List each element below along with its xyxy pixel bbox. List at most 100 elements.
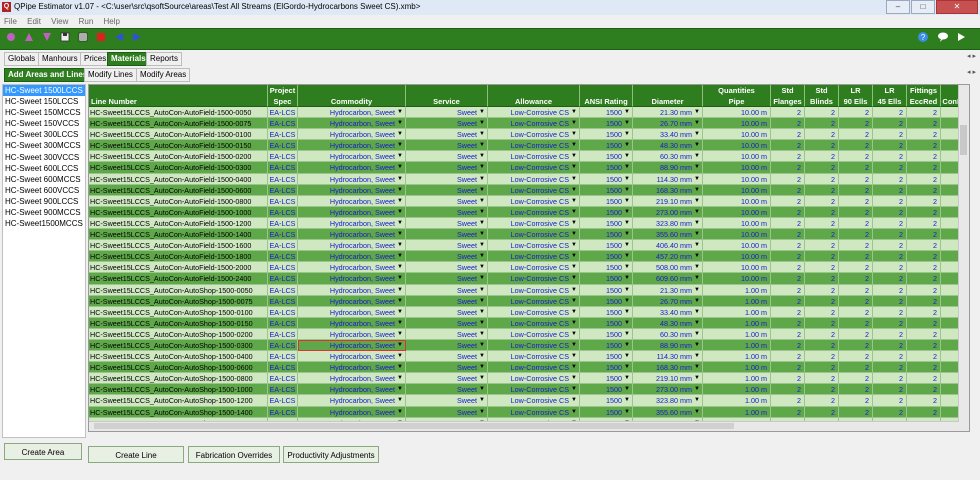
cell-ansi-rating[interactable]: 1500▼ (580, 328, 633, 340)
cell-lr-90-ells[interactable]: 2 (839, 162, 873, 174)
cell-flanges[interactable]: 2 (771, 118, 805, 130)
cell-ansi-rating[interactable]: 1500▼ (580, 140, 633, 152)
cell-diameter[interactable]: 114.30 mm ▼ (633, 173, 703, 185)
cell-line-number[interactable]: HC-Sweet15LCCS_AutoCon-AutoShop-1500-140… (89, 406, 268, 418)
dropdown-arrow-icon[interactable]: ▼ (479, 107, 485, 117)
cell-flanges[interactable]: 2 (771, 206, 805, 218)
cell-ansi-rating[interactable]: 1500▼ (580, 240, 633, 252)
dropdown-arrow-icon[interactable]: ▼ (479, 162, 485, 172)
cell-spec-class[interactable]: EA-LCS (268, 129, 298, 141)
cell-service[interactable]: Sweet▼ (406, 118, 488, 130)
dropdown-arrow-icon[interactable]: ▼ (397, 262, 403, 272)
cell-line-number[interactable]: HC-Sweet15LCCS_AutoCon-AutoShop-1500-030… (89, 339, 268, 352)
cell-blinds[interactable]: 2 (805, 328, 839, 340)
cell-pipe[interactable]: 1.00 m (703, 351, 771, 363)
cell-eccred[interactable]: 2 (907, 195, 941, 207)
dropdown-arrow-icon[interactable]: ▼ (571, 351, 577, 361)
cell-commodity[interactable]: Hydrocarbon, Sweet▼ (298, 206, 406, 218)
cell-pipe[interactable]: 10.00 m (703, 195, 771, 207)
triangle-down-icon[interactable] (40, 31, 54, 45)
dropdown-arrow-icon[interactable]: ▼ (694, 329, 700, 339)
dropdown-arrow-icon[interactable]: ▼ (624, 329, 630, 339)
cell-commodity[interactable]: Hydrocarbon, Sweet▼ (298, 251, 406, 263)
cell-flanges[interactable]: 2 (771, 373, 805, 385)
dropdown-arrow-icon[interactable]: ▼ (694, 107, 700, 117)
dropdown-arrow-icon[interactable]: ▼ (571, 162, 577, 172)
cell-eccred[interactable]: 2 (907, 362, 941, 374)
dropdown-arrow-icon[interactable]: ▼ (624, 140, 630, 150)
cell-lr-90-ells[interactable]: 2 (839, 107, 873, 119)
cell-lr-45-ells[interactable]: 2 (873, 328, 907, 340)
cell-flanges[interactable]: 2 (771, 317, 805, 329)
cell-blinds[interactable]: 2 (805, 351, 839, 363)
cell-diameter[interactable]: 323.80 mm ▼ (633, 395, 703, 407)
cell-diameter[interactable]: 219.10 mm ▼ (633, 195, 703, 207)
dropdown-arrow-icon[interactable]: ▼ (624, 362, 630, 372)
dropdown-arrow-icon[interactable]: ▼ (694, 174, 700, 184)
cell-commodity[interactable]: Hydrocarbon, Sweet▼ (298, 129, 406, 141)
cell-eccred[interactable]: 2 (907, 328, 941, 340)
cell-flanges[interactable]: 2 (771, 162, 805, 174)
cell-service[interactable]: Sweet▼ (406, 173, 488, 185)
dropdown-arrow-icon[interactable]: ▼ (694, 285, 700, 295)
cell-ansi-rating[interactable]: 1500▼ (580, 206, 633, 218)
dropdown-arrow-icon[interactable]: ▼ (624, 373, 630, 383)
cell-blinds[interactable]: 2 (805, 217, 839, 230)
cell-ansi-rating[interactable]: 1500▼ (580, 229, 633, 241)
cell-eccred[interactable]: 2 (907, 251, 941, 263)
cell-ansi-rating[interactable]: 1500▼ (580, 195, 633, 207)
dropdown-arrow-icon[interactable]: ▼ (479, 218, 485, 228)
cell-allowance[interactable]: Low-Corrosive CS▼ (488, 306, 580, 318)
cell-lr-90-ells[interactable]: 2 (839, 195, 873, 207)
cell-spec-class[interactable]: EA-LCS (268, 151, 298, 163)
dropdown-arrow-icon[interactable]: ▼ (694, 395, 700, 405)
cell-lr-90-ells[interactable]: 2 (839, 206, 873, 218)
dropdown-arrow-icon[interactable]: ▼ (694, 118, 700, 128)
dropdown-arrow-icon[interactable]: ▼ (624, 395, 630, 405)
tab-modify-areas[interactable]: Modify Areas (136, 68, 191, 82)
table-row[interactable]: HC-Sweet15LCCS_AutoCon-AutoField-1500-14… (89, 229, 969, 241)
dropdown-arrow-icon[interactable]: ▼ (397, 362, 403, 372)
dropdown-arrow-icon[interactable]: ▼ (479, 340, 485, 350)
cell-lr-45-ells[interactable]: 2 (873, 206, 907, 218)
cell-diameter[interactable]: 33.40 mm ▼ (633, 306, 703, 318)
cell-eccred[interactable]: 2 (907, 284, 941, 296)
cell-line-number[interactable]: HC-Sweet15LCCS_AutoCon-AutoShop-1500-060… (89, 362, 268, 374)
cell-lr-45-ells[interactable]: 2 (873, 107, 907, 119)
cell-eccred[interactable]: 2 (907, 151, 941, 163)
maximize-icon[interactable]: □ (911, 0, 935, 14)
menu-view[interactable]: View (51, 15, 68, 28)
cell-eccred[interactable]: 2 (907, 118, 941, 130)
cell-pipe[interactable]: 1.00 m (703, 362, 771, 374)
dropdown-arrow-icon[interactable]: ▼ (571, 340, 577, 350)
cell-commodity[interactable]: Hydrocarbon, Sweet▼ (298, 262, 406, 274)
dropdown-arrow-icon[interactable]: ▼ (571, 329, 577, 339)
cell-service[interactable]: Sweet▼ (406, 251, 488, 263)
cell-flanges[interactable]: 2 (771, 306, 805, 318)
col-service[interactable]: Service (406, 85, 488, 107)
cell-service[interactable]: Sweet▼ (406, 395, 488, 407)
cell-lr-45-ells[interactable]: 2 (873, 129, 907, 141)
dropdown-arrow-icon[interactable]: ▼ (397, 196, 403, 206)
cell-allowance[interactable]: Low-Corrosive CS▼ (488, 107, 580, 119)
cell-ansi-rating[interactable]: 1500▼ (580, 173, 633, 185)
cell-spec-class[interactable]: EA-LCS (268, 362, 298, 374)
cell-spec-class[interactable]: EA-LCS (268, 240, 298, 252)
cell-ansi-rating[interactable]: 1500▼ (580, 351, 633, 363)
cell-line-number[interactable]: HC-Sweet15LCCS_AutoCon-AutoShop-1500-010… (89, 306, 268, 318)
dropdown-arrow-icon[interactable]: ▼ (397, 340, 403, 350)
cell-allowance[interactable]: Low-Corrosive CS▼ (488, 151, 580, 163)
cell-allowance[interactable]: Low-Corrosive CS▼ (488, 206, 580, 218)
cell-lr-45-ells[interactable]: 2 (873, 284, 907, 296)
cell-service[interactable]: Sweet▼ (406, 362, 488, 374)
cell-allowance[interactable]: Low-Corrosive CS▼ (488, 339, 580, 352)
cell-lr-45-ells[interactable]: 2 (873, 339, 907, 352)
cell-spec-class[interactable]: EA-LCS (268, 384, 298, 396)
cell-blinds[interactable]: 2 (805, 362, 839, 374)
dropdown-arrow-icon[interactable]: ▼ (694, 351, 700, 361)
cell-blinds[interactable]: 2 (805, 262, 839, 274)
dropdown-arrow-icon[interactable]: ▼ (397, 174, 403, 184)
cell-pipe[interactable]: 1.00 m (703, 328, 771, 340)
cell-eccred[interactable]: 2 (907, 217, 941, 230)
dropdown-arrow-icon[interactable]: ▼ (571, 262, 577, 272)
